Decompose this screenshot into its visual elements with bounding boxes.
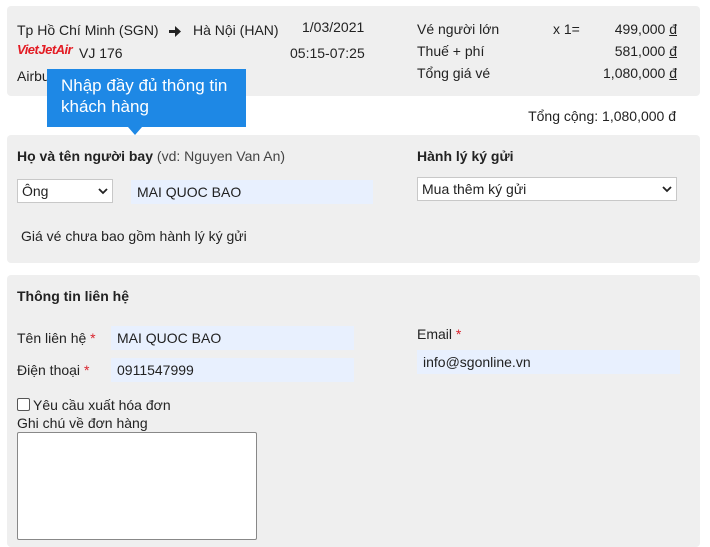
ticket-total-price: 1,080,000 đ [603,65,677,81]
phone-input[interactable]: 0911547999 [111,358,354,382]
ticket-total-label: Tổng giá vé [417,65,491,81]
adult-price: 499,000 đ [614,21,677,37]
vietjet-logo: VietJetAir [17,42,73,57]
arrow-right-icon [169,26,181,37]
invoice-checkbox[interactable] [17,398,30,411]
adult-qty: x 1= [553,21,580,37]
order-note-label: Ghi chú về đơn hàng [17,415,148,431]
baggage-select-value: Mua thêm ký gửi [422,181,527,197]
required-info-tooltip: Nhập đầy đủ thông tin khách hàng [47,69,246,127]
passenger-name-input[interactable]: MAI QUOC BAO [131,180,373,204]
origin-label: Tp Hồ Chí Minh (SGN) [17,22,159,38]
contact-name-label: Tên liên hệ * [17,330,96,346]
contact-section-title: Thông tin liên hệ [17,288,129,304]
passenger-name-label: Họ và tên người bay (vd: Nguyen Van An) [17,148,286,164]
aircraft-label: Airbu [17,68,50,84]
flight-number: VJ 176 [79,45,123,61]
baggage-select[interactable]: Mua thêm ký gửi [417,177,677,201]
contact-name-input[interactable]: MAI QUOC BAO [111,326,354,350]
baggage-note: Giá vé chưa bao gồm hành lý ký gửi [21,228,247,244]
title-select[interactable]: Ông [17,179,113,203]
adult-fare-label: Vé người lớn [417,21,500,37]
invoice-label: Yêu cầu xuất hóa đơn [33,397,171,413]
baggage-label: Hành lý ký gửi [417,148,514,164]
phone-label: Điện thoại * [17,362,90,378]
tooltip-arrow [128,127,142,135]
tax-label: Thuế + phí [417,43,485,59]
destination-label: Hà Nội (HAN) [193,22,279,38]
flight-date: 1/03/2021 [302,19,365,35]
order-note-textarea[interactable] [17,432,257,540]
flight-time: 05:15-07:25 [290,45,365,61]
chevron-down-icon [662,186,672,193]
tax-price: 581,000 đ [614,43,677,59]
chevron-down-icon [98,188,108,195]
email-label: Email * [417,326,462,342]
grand-total: Tổng cộng: 1,080,000 đ [528,108,676,124]
title-select-value: Ông [22,183,49,199]
email-input[interactable]: info@sgonline.vn [417,350,680,374]
